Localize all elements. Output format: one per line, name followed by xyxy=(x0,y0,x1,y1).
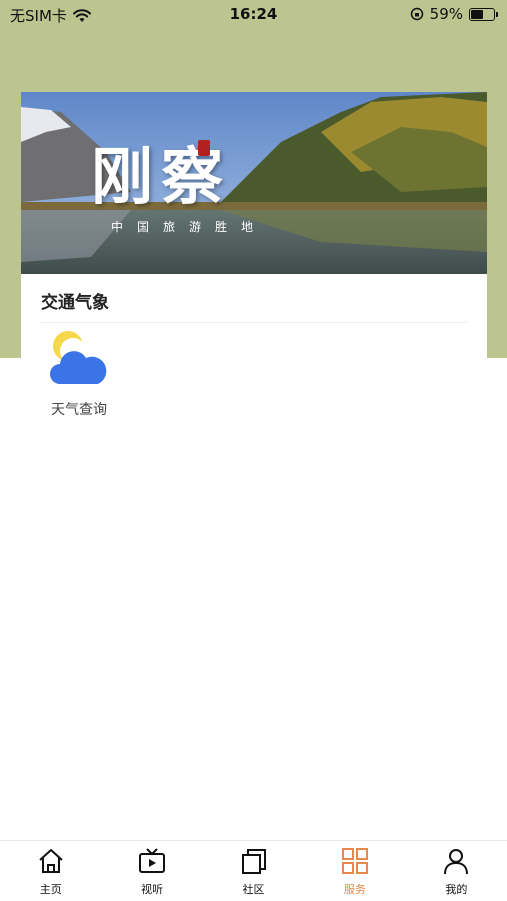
battery-level xyxy=(471,9,483,19)
tab-home[interactable]: 主页 xyxy=(0,841,101,901)
section-divider xyxy=(41,322,467,323)
tab-community[interactable]: 社区 xyxy=(203,841,304,901)
section-title: 交通气象 xyxy=(41,293,109,313)
banner: 刚察 中国旅游胜地 xyxy=(21,92,487,274)
tv-icon xyxy=(139,848,166,873)
community-icon xyxy=(241,849,266,874)
status-bar: 无SIM卡 16:24 59% xyxy=(0,0,507,30)
weather-query-label: 天气查询 xyxy=(51,402,107,418)
tab-media-label: 视听 xyxy=(141,883,164,896)
service-card: 刚察 中国旅游胜地 交通气象 xyxy=(21,92,487,358)
tab-profile[interactable]: 我的 xyxy=(406,841,507,901)
tab-service-label: 服务 xyxy=(343,883,366,896)
battery-percent: 59% xyxy=(429,5,463,23)
banner-seal xyxy=(198,140,210,156)
tab-profile-label: 我的 xyxy=(445,883,468,896)
banner-subtitle: 中国旅游胜地 xyxy=(111,220,268,234)
home-icon xyxy=(39,849,63,873)
battery-icon xyxy=(469,7,498,21)
banner-title: 刚察 xyxy=(91,140,232,213)
grid-icon xyxy=(341,848,368,874)
bottom-tab-bar: 主页 视听 社区 服务 我的 xyxy=(0,840,507,901)
user-icon xyxy=(444,849,469,875)
tab-community-label: 社区 xyxy=(242,883,265,896)
weather-icon xyxy=(50,331,107,384)
tab-media[interactable]: 视听 xyxy=(101,841,202,901)
status-right: 59% xyxy=(410,5,498,23)
weather-query-button[interactable]: 天气查询 xyxy=(44,326,114,420)
rotation-lock-icon xyxy=(410,7,423,21)
tab-service[interactable]: 服务 xyxy=(304,841,405,901)
tab-home-label: 主页 xyxy=(39,883,62,896)
